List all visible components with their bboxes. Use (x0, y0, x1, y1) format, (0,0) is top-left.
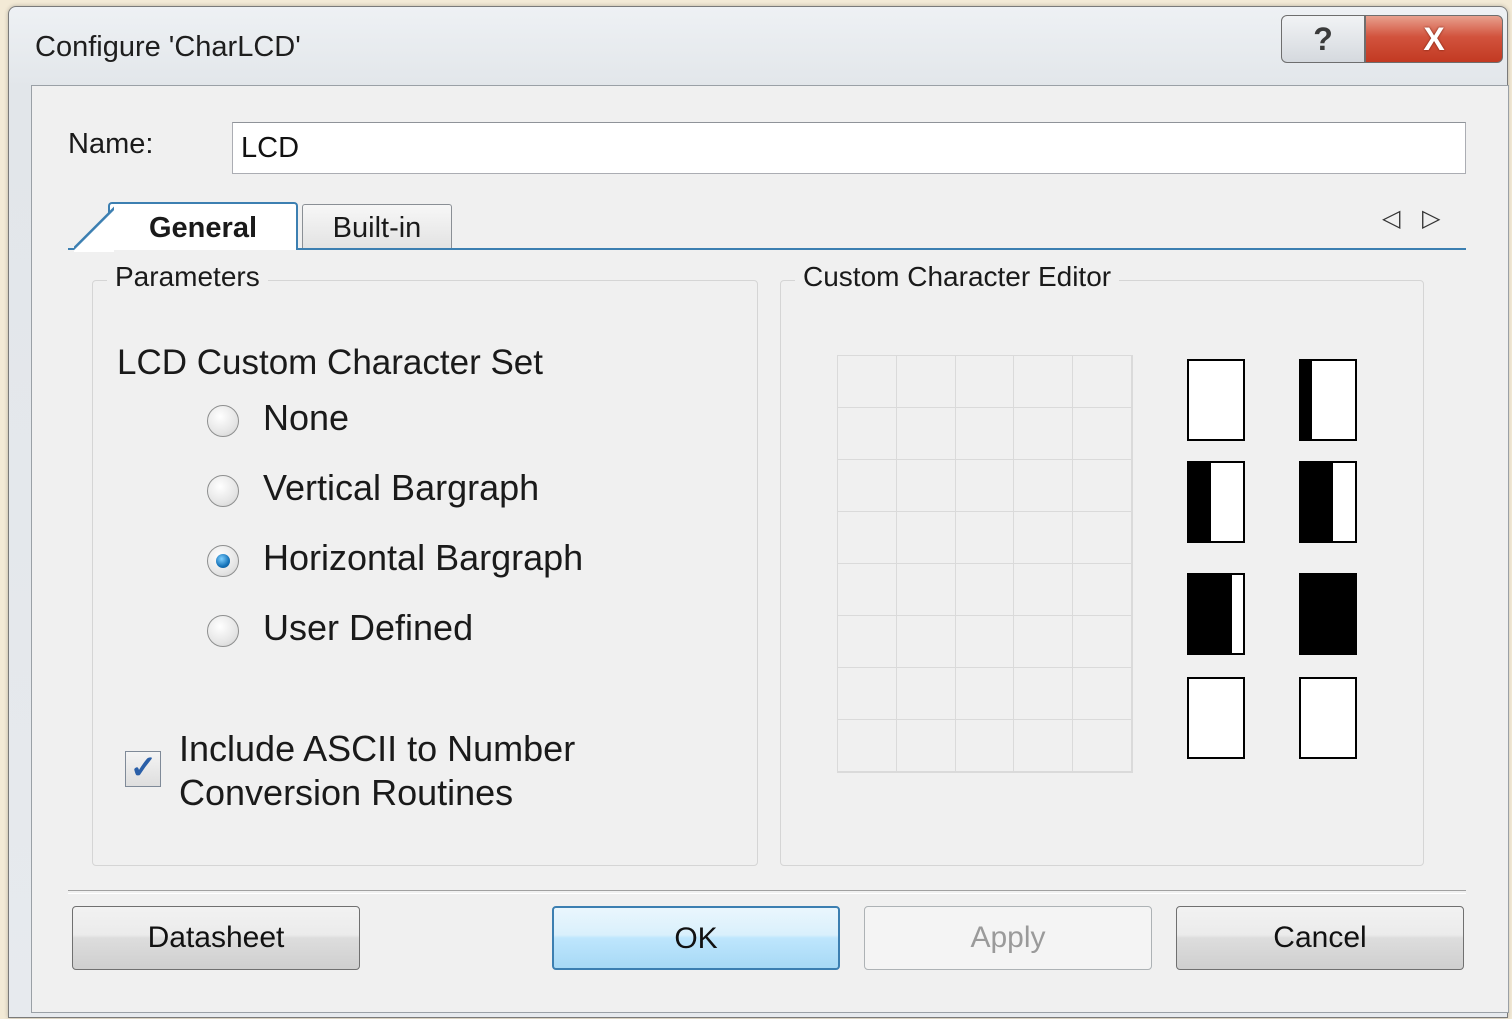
pixel-cell[interactable] (838, 512, 897, 564)
parameters-group-title: Parameters (107, 261, 268, 293)
custom-character-glyph[interactable] (1299, 677, 1357, 759)
pixel-cell[interactable] (896, 616, 956, 668)
pixel-cell[interactable] (838, 564, 897, 616)
pixel-cell[interactable] (1014, 356, 1074, 408)
pixel-cell[interactable] (896, 720, 956, 772)
radio-user-defined-button[interactable] (207, 615, 239, 647)
pixel-cell[interactable] (1073, 616, 1132, 668)
pixel-cell[interactable] (896, 564, 956, 616)
pixel-cell[interactable] (955, 616, 1015, 668)
pixel-cell[interactable] (1073, 408, 1132, 460)
pixel-cell[interactable] (955, 356, 1015, 408)
pixel-cell[interactable] (838, 668, 897, 720)
tab-scroll-right-icon[interactable]: ▷ (1422, 204, 1440, 233)
pixel-cell[interactable] (896, 408, 956, 460)
pixel-cell[interactable] (1014, 564, 1074, 616)
ok-button[interactable]: OK (552, 906, 840, 970)
name-input[interactable] (233, 123, 1465, 173)
radio-horizontal-bargraph-label[interactable]: Horizontal Bargraph (263, 537, 583, 579)
dialog-window: Configure 'CharLCD' ? X Name: General Bu… (8, 6, 1509, 1018)
custom-character-glyph[interactable] (1187, 573, 1245, 655)
character-set-heading: LCD Custom Character Set (117, 343, 543, 382)
pixel-cell[interactable] (838, 616, 897, 668)
pixel-cell[interactable] (896, 668, 956, 720)
pixel-cell[interactable] (1014, 616, 1074, 668)
close-button[interactable]: X (1365, 15, 1503, 63)
parameters-group: Parameters LCD Custom Character Set None… (92, 261, 758, 866)
glyph-fill (1189, 463, 1211, 541)
pixel-cell[interactable] (838, 460, 897, 512)
tab-scroll-left-icon[interactable]: ◁ (1382, 204, 1400, 233)
glyph-fill (1301, 361, 1312, 439)
pixel-cell[interactable] (1073, 356, 1132, 408)
pixel-cell[interactable] (955, 564, 1015, 616)
name-field[interactable] (232, 122, 1466, 174)
ascii-conversion-label-line2: Conversion Routines (179, 772, 514, 813)
pixel-cell[interactable] (1073, 564, 1132, 616)
radio-user-defined-label[interactable]: User Defined (263, 607, 473, 649)
pixel-cell[interactable] (896, 512, 956, 564)
tab-general[interactable]: General (74, 202, 298, 252)
custom-character-editor-group: Custom Character Editor (780, 261, 1424, 866)
pixel-cell[interactable] (1073, 668, 1132, 720)
custom-character-glyph[interactable] (1299, 359, 1357, 441)
custom-character-glyph[interactable] (1187, 461, 1245, 543)
custom-character-glyph[interactable] (1187, 359, 1245, 441)
pixel-cell[interactable] (838, 408, 897, 460)
radio-horizontal-bargraph-button[interactable] (207, 545, 239, 577)
radio-none-button[interactable] (207, 405, 239, 437)
custom-character-glyph[interactable] (1299, 461, 1357, 543)
help-icon: ? (1313, 21, 1333, 57)
pixel-cell[interactable] (955, 408, 1015, 460)
glyph-fill (1301, 463, 1334, 541)
ascii-conversion-checkbox[interactable]: ✓ (125, 749, 161, 787)
radio-vertical-bargraph-label[interactable]: Vertical Bargraph (263, 467, 539, 509)
pixel-cell[interactable] (1014, 720, 1074, 772)
button-separator (68, 890, 1466, 894)
pixel-cell[interactable] (955, 720, 1015, 772)
custom-character-editor-title: Custom Character Editor (795, 261, 1120, 293)
ascii-conversion-label-line1: Include ASCII to Number (179, 728, 576, 769)
glyph-fill (1301, 575, 1355, 653)
dialog-body: Name: General Built-in ◁ ▷ Parameters LC… (31, 85, 1509, 1013)
pixel-cell[interactable] (1073, 512, 1132, 564)
pixel-cell[interactable] (1073, 460, 1132, 512)
radio-none-label[interactable]: None (263, 397, 349, 439)
name-label: Name: (68, 128, 154, 160)
close-icon: X (1423, 21, 1445, 57)
pixel-cell[interactable] (838, 720, 897, 772)
pixel-cell[interactable] (1014, 512, 1074, 564)
pixel-cell[interactable] (896, 356, 956, 408)
cancel-button[interactable]: Cancel (1176, 906, 1464, 970)
glyph-fill (1189, 575, 1233, 653)
pixel-cell[interactable] (1014, 668, 1074, 720)
pixel-cell[interactable] (838, 356, 897, 408)
apply-button[interactable]: Apply (864, 906, 1152, 970)
pixel-cell[interactable] (955, 512, 1015, 564)
tab-built-in[interactable]: Built-in (302, 204, 452, 248)
custom-character-glyph[interactable] (1187, 677, 1245, 759)
help-button[interactable]: ? (1281, 15, 1365, 63)
pixel-cell[interactable] (955, 460, 1015, 512)
pixel-cell[interactable] (1014, 460, 1074, 512)
datasheet-button[interactable]: Datasheet (72, 906, 360, 970)
pixel-cell[interactable] (896, 460, 956, 512)
custom-character-glyph[interactable] (1299, 573, 1357, 655)
window-title: Configure 'CharLCD' (35, 31, 301, 63)
ascii-conversion-label[interactable]: Include ASCII to Number Conversion Routi… (179, 727, 575, 815)
radio-vertical-bargraph-button[interactable] (207, 475, 239, 507)
pixel-grid[interactable] (837, 355, 1133, 773)
pixel-cell[interactable] (1014, 408, 1074, 460)
pixel-cell[interactable] (1073, 720, 1132, 772)
checkmark-icon: ✓ (130, 749, 157, 785)
pixel-cell[interactable] (955, 668, 1015, 720)
